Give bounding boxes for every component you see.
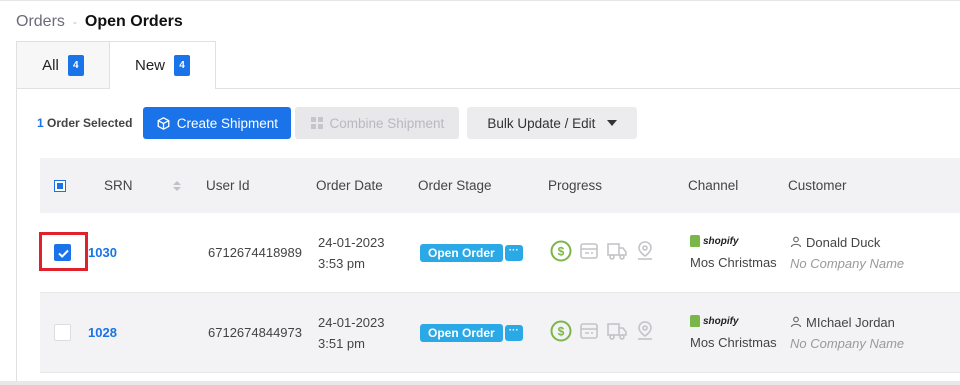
tab-all-label: All (42, 56, 59, 74)
svg-text:$: $ (558, 245, 565, 259)
srn-link[interactable]: 1030 (88, 245, 117, 260)
user-icon (790, 236, 802, 248)
customer-cell: Donald Duck No Company Name (790, 232, 904, 274)
svg-text:$: $ (558, 325, 565, 339)
progress-icons: $ (550, 320, 655, 345)
breadcrumb-orders-link[interactable]: Orders (16, 13, 65, 31)
order-date-day: 24-01-2023 (318, 314, 385, 330)
channel-store: Mos Christmas (690, 335, 777, 350)
breadcrumb-separator: - (72, 15, 77, 29)
shopify-bag-icon (690, 315, 700, 327)
shipping-truck-icon[interactable] (606, 241, 628, 264)
bulk-update-dropdown[interactable]: Bulk Update / Edit (467, 107, 638, 139)
bulk-update-label: Bulk Update / Edit (487, 115, 596, 131)
shopify-bag-icon (690, 235, 700, 247)
stage-badge[interactable]: Open Order (420, 243, 503, 262)
header-customer: Customer (788, 178, 847, 193)
tab-new[interactable]: New 4 (109, 41, 216, 89)
package-icon (157, 116, 170, 130)
create-shipment-label: Create Shipment (176, 115, 279, 131)
caret-down-icon (607, 120, 618, 126)
channel-cell: shopify Mos Christmas (690, 315, 777, 350)
order-date: 24-01-2023 3:53 pm (318, 232, 385, 274)
orders-table: SRN User Id Order Date Order Stage Progr… (39, 158, 960, 373)
breadcrumb: Orders - Open Orders (16, 13, 183, 31)
srn-link[interactable]: 1028 (88, 325, 117, 340)
invoice-icon[interactable] (579, 321, 599, 344)
customer-name-line: MIchael Jordan (790, 312, 904, 333)
location-pin-icon[interactable] (635, 240, 655, 265)
channel-cell: shopify Mos Christmas (690, 235, 777, 270)
bulk-action-toolbar: 1 Order Selected Create Shipment Combine… (37, 107, 638, 139)
tab-all-count-badge: 4 (67, 54, 84, 76)
table-row[interactable]: 1030 6712674418989 24-01-2023 3:53 pm Op… (39, 213, 960, 293)
progress-icons: $ (550, 240, 655, 265)
sort-icon[interactable] (173, 180, 181, 191)
header-channel: Channel (688, 178, 739, 193)
order-date-day: 24-01-2023 (318, 234, 385, 250)
top-divider (0, 0, 960, 1)
payment-icon[interactable]: $ (550, 240, 572, 265)
grid-icon (310, 117, 323, 129)
stage-more-button[interactable]: ··· (504, 324, 523, 341)
customer-name[interactable]: Donald Duck (806, 232, 880, 253)
header-srn[interactable]: SRN (104, 178, 133, 193)
page-title: Open Orders (84, 13, 183, 30)
user-id: 6712674844973 (208, 325, 302, 340)
channel-store: Mos Christmas (690, 255, 777, 270)
user-icon (790, 316, 802, 328)
selected-count: 1 (37, 116, 44, 130)
stage-more-button[interactable]: ··· (504, 244, 523, 261)
header-order-date: Order Date (316, 178, 383, 193)
combine-shipment-label: Combine Shipment (329, 115, 445, 131)
shopify-logo: shopify (690, 315, 777, 327)
order-date: 24-01-2023 3:51 pm (318, 312, 385, 354)
customer-name[interactable]: MIchael Jordan (806, 312, 895, 333)
tab-new-count-badge: 4 (174, 55, 190, 76)
invoice-icon[interactable] (579, 241, 599, 264)
header-progress: Progress (548, 178, 603, 193)
customer-company: No Company Name (790, 255, 905, 271)
customer-company: No Company Name (790, 335, 905, 351)
active-tab-connector (110, 88, 215, 90)
payment-icon[interactable]: $ (550, 320, 572, 345)
table-header: SRN User Id Order Date Order Stage Progr… (40, 158, 960, 213)
user-id: 6712674418989 (208, 245, 302, 260)
order-date-time: 3:51 pm (318, 335, 365, 351)
header-order-stage: Order Stage (418, 178, 492, 193)
channel-logo-text: shopify (703, 235, 739, 247)
channel-logo-text: shopify (703, 315, 739, 327)
selection-summary: 1 Order Selected (37, 116, 132, 130)
select-all-checkbox[interactable] (54, 179, 66, 192)
combine-shipment-button[interactable]: Combine Shipment (295, 107, 460, 139)
selection-highlight-box (39, 232, 88, 271)
order-tabs: All 4 New 4 (16, 41, 216, 89)
create-shipment-button[interactable]: Create Shipment (143, 107, 292, 139)
stage-badge[interactable]: Open Order (420, 323, 503, 342)
selected-label: Order Selected (47, 116, 133, 130)
customer-name-line: Donald Duck (790, 232, 904, 253)
header-user-id: User Id (206, 178, 250, 193)
table-row[interactable]: 1028 6712674844973 24-01-2023 3:51 pm Op… (40, 293, 960, 373)
order-stage: Open Order ··· (420, 323, 523, 342)
shopify-logo: shopify (690, 235, 777, 247)
order-stage: Open Order ··· (420, 243, 523, 262)
tab-all[interactable]: All 4 (16, 41, 109, 88)
shipping-truck-icon[interactable] (606, 321, 628, 344)
customer-cell: MIchael Jordan No Company Name (790, 312, 904, 354)
horizontal-scrollbar[interactable] (0, 381, 960, 385)
location-pin-icon[interactable] (635, 320, 655, 345)
order-date-time: 3:53 pm (318, 255, 365, 271)
row-checkbox[interactable] (54, 324, 71, 341)
tab-new-label: New (134, 57, 165, 74)
